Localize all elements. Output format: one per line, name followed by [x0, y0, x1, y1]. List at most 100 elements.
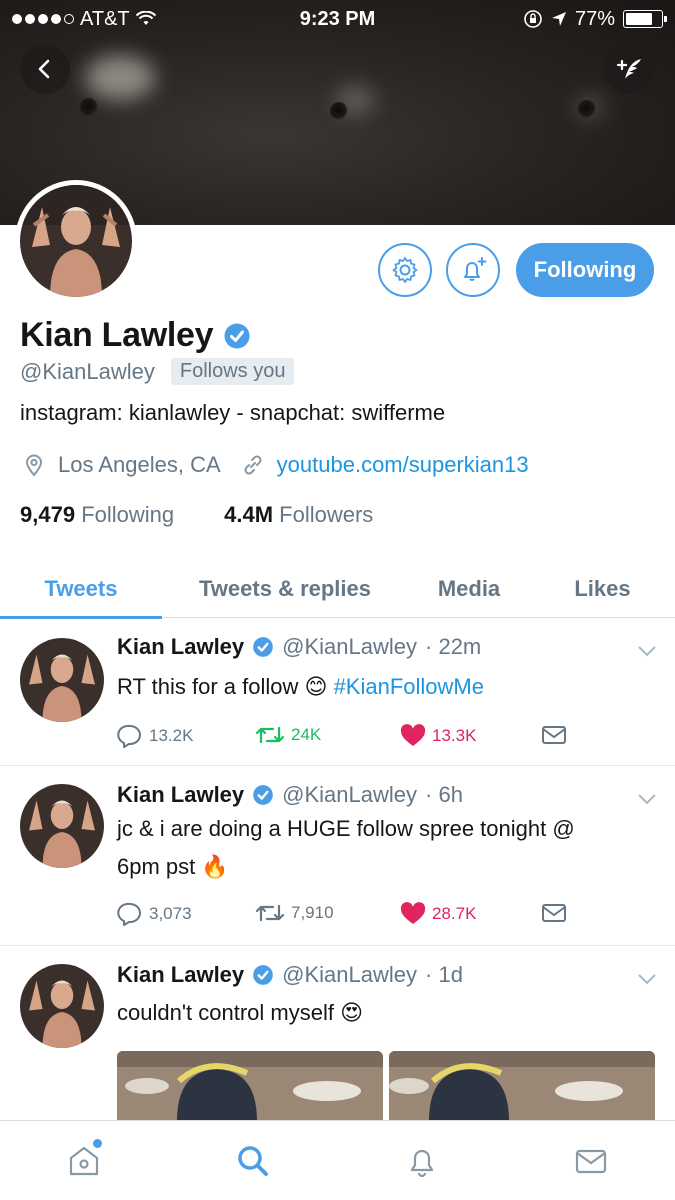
wifi-icon [135, 11, 156, 25]
tab-likes[interactable]: Likes [530, 560, 675, 618]
chevron-down-icon[interactable] [636, 792, 658, 806]
tweet-photo[interactable] [389, 1051, 655, 1121]
reply-icon [117, 902, 141, 926]
direct-message-button[interactable] [541, 902, 567, 924]
tweet-avatar[interactable] [20, 784, 104, 868]
tweet-actions: 3,073 7,910 28.7K [117, 902, 577, 926]
heart-icon [400, 902, 426, 924]
banner-highlight [85, 55, 155, 100]
tweet-time: · 6h [425, 782, 463, 807]
follows-you-badge: Follows you [170, 358, 295, 385]
reply-button[interactable]: 13.2K [117, 724, 193, 748]
verified-badge-icon [253, 637, 273, 657]
unread-dot [93, 1138, 103, 1148]
tweet-author-name[interactable]: Kian Lawley [117, 962, 244, 988]
tweet-text: couldn't control myself 😍 [117, 1000, 364, 1025]
status-bar: AT&T 9:23 PM 77% [0, 0, 675, 38]
profile-name: Kian Lawley [20, 316, 214, 354]
compose-tweet-button[interactable] [604, 44, 654, 94]
compose-tweet-icon [616, 59, 641, 79]
handle-row: @KianLawley Follows you [20, 358, 295, 385]
gear-icon [392, 257, 418, 283]
banner-button-tuft [330, 102, 348, 120]
chevron-left-icon [38, 59, 50, 79]
nav-home[interactable] [54, 1131, 114, 1191]
profile-tabs: Tweets Tweets & replies Media Likes [0, 560, 675, 619]
followers-count-link[interactable]: 4.4M Followers [224, 502, 373, 528]
avatar-photo [20, 185, 132, 297]
notifications-toggle-button[interactable] [446, 243, 500, 297]
tweet-author-handle: @KianLawley [282, 634, 418, 659]
tweet-author-name[interactable]: Kian Lawley [117, 782, 244, 808]
like-button[interactable]: 13.3K [400, 724, 476, 748]
battery-percent: 77% [574, 7, 615, 30]
following-button[interactable]: Following [516, 243, 654, 297]
tab-tweets-and-replies[interactable]: Tweets & replies [162, 560, 408, 618]
tweet-photo-image [389, 1051, 655, 1121]
signal-strength-icon [12, 14, 74, 24]
tweet[interactable]: Kian Lawley @KianLawley · 22m RT this fo… [0, 618, 675, 766]
nav-search[interactable] [223, 1131, 283, 1191]
retweet-icon [255, 726, 285, 744]
location-arrow-icon [551, 12, 566, 26]
verified-badge-icon [253, 965, 273, 985]
tweet-photo[interactable] [117, 1051, 383, 1121]
bottom-nav [0, 1120, 675, 1200]
profile-location: Los Angeles, CA [58, 452, 221, 477]
nav-messages[interactable] [561, 1131, 621, 1191]
direct-message-button[interactable] [541, 724, 567, 746]
like-button[interactable]: 28.7K [400, 902, 476, 926]
heart-icon [400, 724, 426, 746]
banner-button-tuft [578, 100, 596, 118]
reply-button[interactable]: 3,073 [117, 902, 192, 926]
banner-button-tuft [80, 98, 98, 116]
envelope-icon [542, 904, 566, 922]
profile-avatar[interactable] [15, 180, 137, 302]
tweet-text: jc & i are doing a HUGE follow spree ton… [117, 816, 575, 879]
chevron-down-icon[interactable] [636, 972, 658, 986]
tweet-text: RT this for a follow 😊 #KianFollowMe [117, 674, 484, 699]
retweet-button[interactable]: 7,910 [255, 902, 334, 924]
notifications-icon [410, 1149, 433, 1177]
profile-meta: Los Angeles, CA youtube.com/superkian13 [22, 452, 529, 478]
hashtag-link[interactable]: #KianFollowMe [334, 674, 484, 699]
location-pin-icon [25, 454, 43, 477]
retweet-button[interactable]: 24K [255, 724, 321, 746]
tweet-header: Kian Lawley @KianLawley · 1d [117, 962, 463, 988]
reply-icon [117, 724, 141, 748]
profile-name-row: Kian Lawley [20, 316, 251, 355]
messages-icon [575, 1149, 606, 1173]
carrier-label: AT&T [80, 7, 130, 30]
fire-emoji: 🔥 [201, 854, 229, 879]
tweet-time: · 22m [425, 634, 482, 659]
tweet-photo-image [117, 1051, 383, 1121]
tweet-author-handle: @KianLawley [282, 962, 418, 987]
chevron-down-icon[interactable] [636, 644, 658, 658]
tweet-header: Kian Lawley @KianLawley · 22m [117, 634, 481, 660]
tweet[interactable]: Kian Lawley @KianLawley · 6h jc & i are … [0, 766, 675, 946]
tweet-actions: 13.2K 24K 13.3K [117, 724, 577, 748]
home-icon [70, 1146, 99, 1175]
back-button[interactable] [20, 44, 70, 94]
tweet-time: · 1d [425, 962, 463, 987]
tweet-avatar[interactable] [20, 638, 104, 722]
tab-tweets[interactable]: Tweets [0, 560, 162, 619]
orientation-lock-icon [524, 10, 542, 28]
verified-badge-icon [253, 785, 273, 805]
nav-notifications[interactable] [392, 1131, 452, 1191]
battery-icon [623, 10, 667, 28]
heart-eyes-emoji: 😍 [340, 1000, 364, 1025]
settings-button[interactable] [378, 243, 432, 297]
link-icon [244, 455, 262, 475]
envelope-icon [542, 726, 566, 744]
tweet-avatar[interactable] [20, 964, 104, 1048]
profile-website-link[interactable]: youtube.com/superkian13 [277, 452, 529, 478]
tweet-author-name[interactable]: Kian Lawley [117, 634, 244, 660]
follow-counts: 9,479 Following 4.4M Followers [20, 502, 373, 528]
search-icon [238, 1145, 269, 1176]
following-count-link[interactable]: 9,479 Following [20, 502, 174, 528]
verified-badge-icon [223, 322, 251, 350]
bell-plus-icon [464, 257, 487, 281]
profile-handle: @KianLawley [20, 358, 155, 384]
tab-media[interactable]: Media [408, 560, 530, 618]
